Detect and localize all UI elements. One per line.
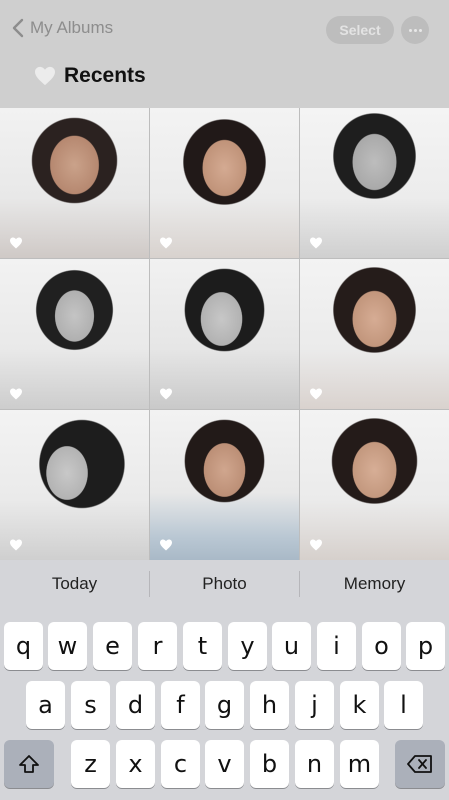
key-t[interactable]: t [183,622,222,670]
photo-grid [0,108,449,560]
key-i[interactable]: i [317,622,356,670]
key-k[interactable]: k [340,681,379,729]
shift-arrow-icon [19,755,39,773]
key-b[interactable]: b [250,740,289,788]
photo-thumbnail[interactable] [150,259,299,409]
favorite-heart-icon [310,237,322,249]
key-u[interactable]: u [272,622,311,670]
album-title: Recents [34,64,146,88]
favorite-heart-icon [160,388,172,400]
key-h[interactable]: h [250,681,289,729]
favorite-heart-icon [160,237,172,249]
ellipsis-dot [413,28,417,32]
suggestion-photo[interactable]: Photo [150,574,299,594]
keyboard-row-2: a s d f g h j k l [0,681,449,729]
favorite-heart-icon [10,539,22,551]
key-l[interactable]: l [384,681,423,729]
favorite-heart-icon [310,539,322,551]
suggestion-memory[interactable]: Memory [300,574,449,594]
chevron-left-icon [12,18,24,38]
photo-thumbnail[interactable] [300,108,449,258]
favorite-heart-icon [310,388,322,400]
backspace-icon [407,755,432,773]
key-r[interactable]: r [138,622,177,670]
photo-thumbnail[interactable] [0,108,149,258]
more-options-button[interactable] [401,16,429,44]
photo-thumbnail[interactable] [300,259,449,409]
key-m[interactable]: m [340,740,379,788]
photo-thumbnail[interactable] [300,410,449,560]
key-x[interactable]: x [116,740,155,788]
key-v[interactable]: v [205,740,244,788]
key-q[interactable]: q [4,622,43,670]
heart-icon [35,66,55,86]
back-button[interactable]: My Albums [12,18,113,38]
key-f[interactable]: f [161,681,200,729]
photo-thumbnail[interactable] [0,259,149,409]
key-g[interactable]: g [205,681,244,729]
suggestion-today[interactable]: Today [0,574,149,594]
key-w[interactable]: w [48,622,87,670]
shift-key[interactable] [4,740,54,788]
photo-thumbnail[interactable] [150,108,299,258]
key-j[interactable]: j [295,681,334,729]
nav-bar: My Albums Select [0,0,449,60]
ellipsis-dot [418,28,422,32]
key-s[interactable]: s [71,681,110,729]
title-bar: Recents [0,60,449,108]
favorite-heart-icon [10,237,22,249]
key-y[interactable]: y [228,622,267,670]
select-button[interactable]: Select [326,16,394,44]
ellipsis-icon [408,28,412,32]
key-z[interactable]: z [71,740,110,788]
favorite-heart-icon [10,388,22,400]
favorite-heart-icon [160,539,172,551]
photo-thumbnail[interactable] [150,410,299,560]
photo-thumbnail[interactable] [0,410,149,560]
key-e[interactable]: e [93,622,132,670]
key-o[interactable]: o [362,622,401,670]
keyboard: q w e r t y u i o p a s d f g h j k l z … [0,608,449,800]
back-label: My Albums [30,18,114,37]
key-c[interactable]: c [161,740,200,788]
album-title-text: Recents [64,64,146,87]
keyboard-row-3: z x c v b n m [0,740,449,788]
key-n[interactable]: n [295,740,334,788]
predictive-suggestion-bar: Today Photo Memory [0,560,449,608]
delete-key[interactable] [395,740,445,788]
keyboard-row-1: q w e r t y u i o p [0,622,449,670]
key-p[interactable]: p [406,622,445,670]
key-d[interactable]: d [116,681,155,729]
key-a[interactable]: a [26,681,65,729]
